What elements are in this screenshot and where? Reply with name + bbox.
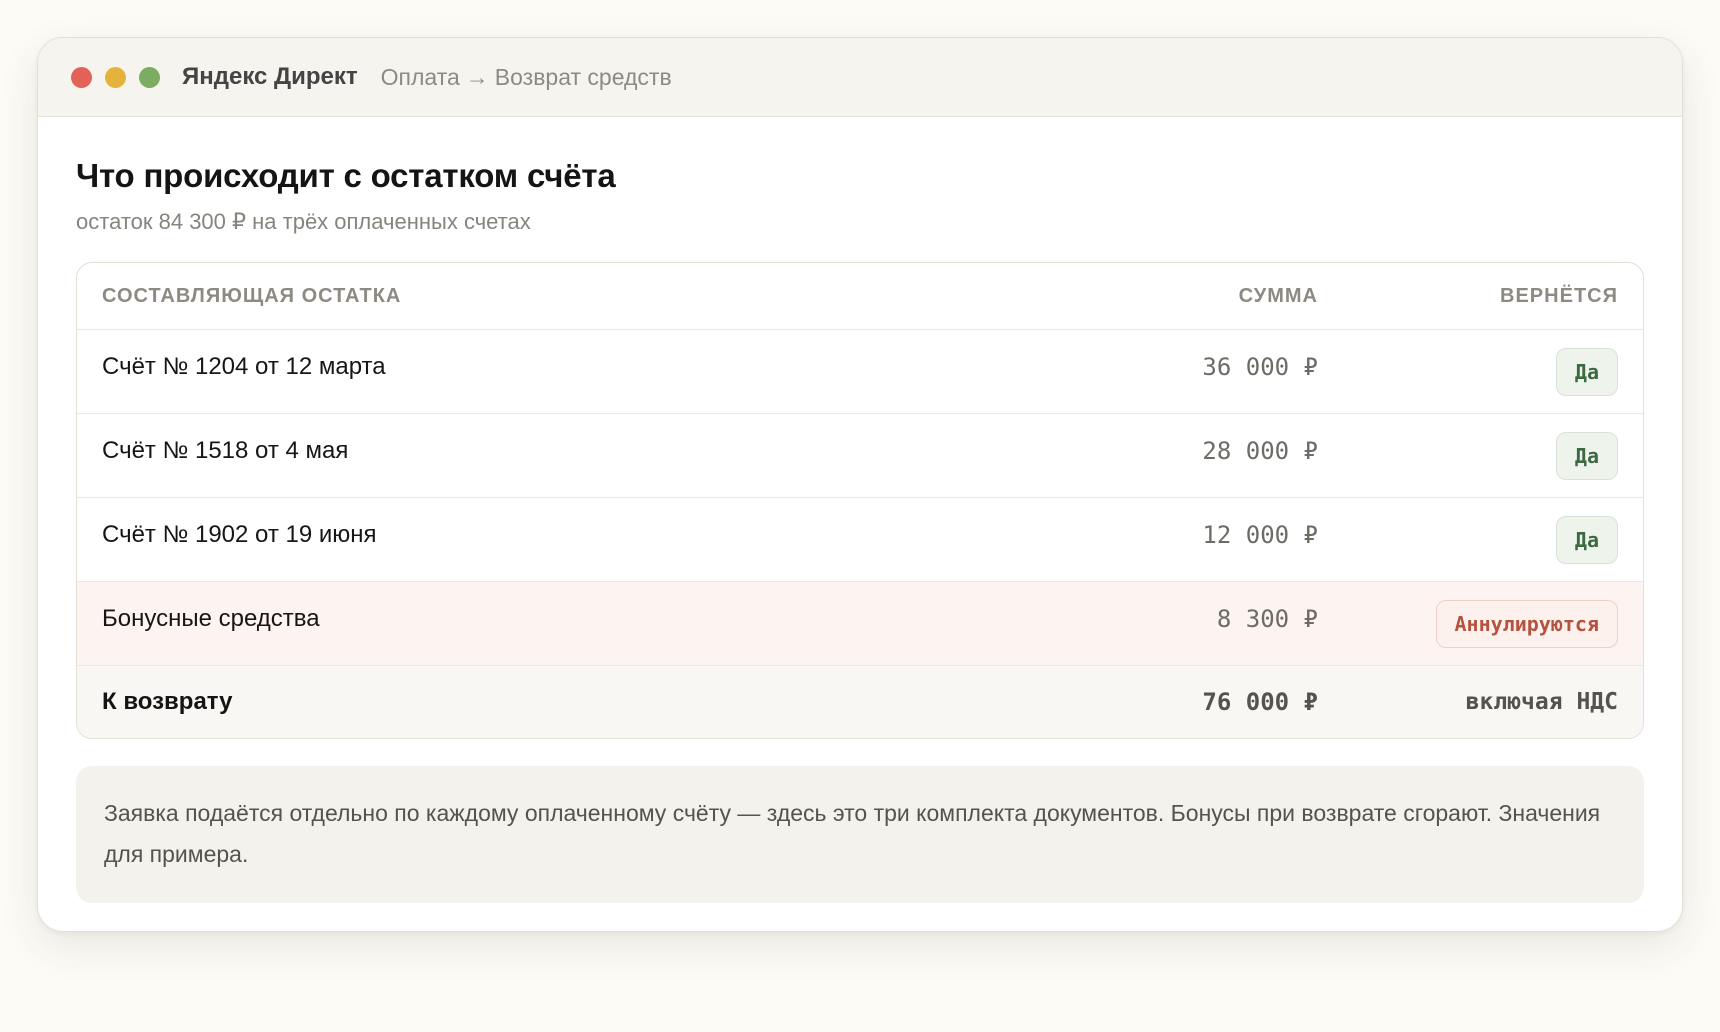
cancelled-status-badge: Аннулируются bbox=[1435, 599, 1618, 648]
row-amount: 8 300 ₽ bbox=[1216, 604, 1318, 633]
vat-note: включая НДС bbox=[1465, 689, 1618, 715]
refund-status-badge: Да bbox=[1555, 431, 1618, 480]
close-window-button[interactable] bbox=[71, 66, 92, 88]
title-bar: Яндекс Директ Оплата → Возврат средств bbox=[38, 38, 1682, 117]
minimize-window-button[interactable] bbox=[105, 66, 126, 88]
refund-status-badge: Да bbox=[1555, 347, 1618, 396]
table-row: Счёт № 1518 от 4 мая 28 000 ₽ Да bbox=[77, 413, 1643, 497]
breadcrumb: Оплата → Возврат средств bbox=[381, 64, 672, 91]
column-header-refund: Вернётся bbox=[1500, 284, 1618, 307]
row-amount: 36 000 ₽ bbox=[1202, 352, 1318, 381]
maximize-window-button[interactable] bbox=[139, 66, 160, 88]
app-window: Яндекс Директ Оплата → Возврат средств Ч… bbox=[37, 37, 1683, 932]
arrow-right-icon: → bbox=[465, 63, 489, 90]
main-content: Что происходит с остатком счёта остаток … bbox=[38, 157, 1682, 903]
table-header-row: Составляющая остатка Сумма Вернётся bbox=[77, 263, 1643, 329]
row-amount: 28 000 ₽ bbox=[1202, 436, 1318, 465]
refund-status-badge: Да bbox=[1555, 515, 1618, 564]
row-amount: 12 000 ₽ bbox=[1202, 520, 1318, 549]
balance-table: Составляющая остатка Сумма Вернётся Счёт… bbox=[76, 262, 1644, 739]
app-title: Яндекс Директ bbox=[182, 63, 358, 90]
row-name: Счёт № 1902 от 19 июня bbox=[102, 520, 377, 548]
info-note: Заявка подаётся отдельно по каждому опла… bbox=[76, 766, 1644, 903]
row-name: Счёт № 1518 от 4 мая bbox=[102, 436, 349, 464]
breadcrumb-parent[interactable]: Оплата bbox=[381, 64, 460, 91]
table-row: Счёт № 1204 от 12 марта 36 000 ₽ Да bbox=[77, 329, 1643, 413]
row-name: Бонусные средства bbox=[102, 604, 320, 632]
total-label: К возврату bbox=[102, 688, 233, 715]
total-amount: 76 000 ₽ bbox=[1202, 688, 1318, 716]
table-total-row: К возврату 76 000 ₽ включая НДС bbox=[77, 665, 1643, 738]
row-name: Счёт № 1204 от 12 марта bbox=[102, 352, 386, 380]
column-header-amount: Сумма bbox=[1238, 284, 1318, 307]
page-subtitle: остаток 84 300 ₽ на трёх оплаченных счет… bbox=[76, 209, 531, 234]
table-row-bonus: Бонусные средства 8 300 ₽ Аннулируются bbox=[77, 581, 1643, 665]
column-header-component: Составляющая остатка bbox=[102, 284, 402, 307]
table-row: Счёт № 1902 от 19 июня 12 000 ₽ Да bbox=[77, 497, 1643, 581]
breadcrumb-current: Возврат средств bbox=[494, 63, 672, 90]
page-title: Что происходит с остатком счёта bbox=[76, 157, 616, 194]
